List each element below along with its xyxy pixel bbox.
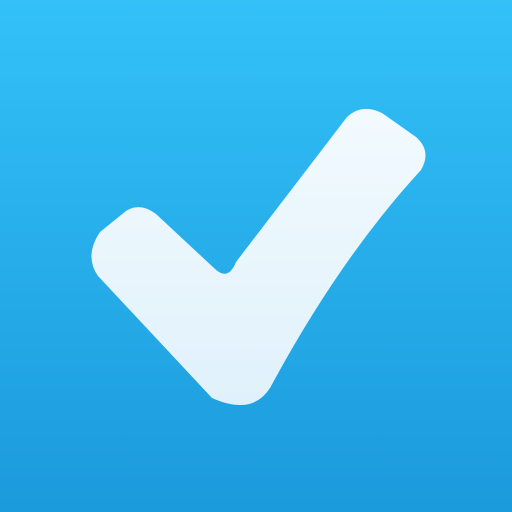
app-icon (0, 0, 512, 512)
